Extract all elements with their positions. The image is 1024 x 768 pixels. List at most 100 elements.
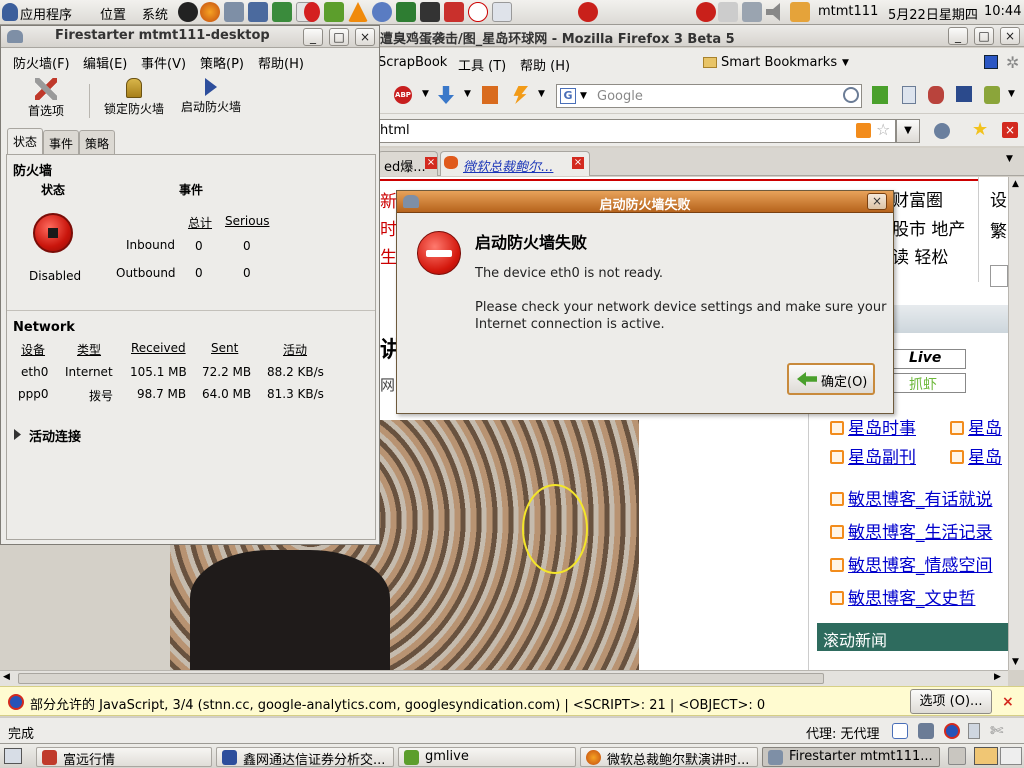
extension-icon[interactable] bbox=[984, 86, 1000, 104]
tab-close-icon[interactable]: × bbox=[425, 157, 437, 169]
places-menu[interactable]: 位置 bbox=[100, 4, 126, 23]
scroll-left-arrow-icon[interactable]: ◀ bbox=[3, 672, 10, 682]
scroll-down-arrow-icon[interactable]: ▼ bbox=[1012, 657, 1019, 667]
chevron-down-icon[interactable]: ▼ bbox=[538, 89, 545, 99]
small-input[interactable] bbox=[990, 265, 1008, 287]
bookmark-icon[interactable] bbox=[934, 123, 950, 139]
blog-link[interactable]: 敏思博客_有话就说 bbox=[830, 485, 993, 510]
nav-link[interactable]: 繁 bbox=[990, 217, 1007, 242]
launcher-icon-h[interactable] bbox=[324, 2, 344, 22]
close-icon[interactable]: × bbox=[1002, 122, 1018, 138]
headline-link[interactable]: 时 bbox=[380, 215, 397, 240]
start-firewall-button[interactable]: 启动防火墙 bbox=[177, 78, 245, 122]
chevron-down-icon[interactable]: ▼ bbox=[842, 58, 849, 68]
workspace-switcher[interactable] bbox=[1000, 747, 1022, 765]
menu-scrapbook[interactable]: ScrapBook bbox=[378, 55, 447, 70]
page-info-icon[interactable] bbox=[968, 723, 980, 739]
terminal-icon[interactable] bbox=[420, 2, 440, 22]
date-label[interactable]: 5月22日星期四 bbox=[888, 4, 978, 23]
google-status-icon[interactable] bbox=[892, 723, 908, 739]
stack-icon[interactable] bbox=[482, 86, 498, 104]
launcher-icon-d[interactable] bbox=[248, 2, 268, 22]
lightning-icon[interactable] bbox=[513, 86, 528, 104]
taskbar-item[interactable]: 鑫网通达信证券分析交... bbox=[216, 747, 394, 767]
blog-link[interactable]: 敏思博客_情感空间 bbox=[830, 551, 993, 576]
url-input[interactable]: html ☆ bbox=[378, 119, 896, 143]
search-icon[interactable] bbox=[843, 87, 859, 103]
applications-menu[interactable]: 应用程序 bbox=[20, 4, 72, 23]
close-button[interactable]: × bbox=[1000, 27, 1020, 45]
menu-help[interactable]: 帮助(H) bbox=[258, 53, 304, 72]
headline-link[interactable]: 生 bbox=[380, 243, 397, 268]
menu-tools[interactable]: 工具 (T) bbox=[458, 55, 506, 74]
vertical-scrollbar[interactable]: ▲ ▼ bbox=[1008, 177, 1024, 670]
scroll-up-arrow-icon[interactable]: ▲ bbox=[1012, 179, 1019, 189]
resize-grip-icon[interactable]: ✄ bbox=[990, 721, 1003, 740]
rss-link[interactable]: 星岛 bbox=[950, 443, 1002, 468]
taskbar-item[interactable]: 富远行情 bbox=[36, 747, 212, 767]
chevron-down-icon[interactable]: ▼ bbox=[580, 91, 587, 101]
vlc-launcher-icon[interactable] bbox=[348, 2, 368, 22]
maximize-button[interactable]: □ bbox=[329, 28, 349, 46]
menu-help[interactable]: 帮助 (H) bbox=[520, 55, 570, 74]
nav-link[interactable]: 设 bbox=[990, 186, 1007, 211]
nav-link[interactable]: 财富圈 bbox=[892, 186, 943, 211]
adblock-icon[interactable]: ABP bbox=[394, 86, 412, 104]
menu-events[interactable]: 事件(V) bbox=[141, 53, 186, 72]
smart-bookmarks[interactable]: Smart Bookmarks bbox=[721, 55, 837, 70]
trash-icon[interactable] bbox=[948, 747, 966, 765]
url-dropdown-button[interactable]: ▼ bbox=[896, 119, 920, 143]
horizontal-scrollbar[interactable]: ◀ ▶ bbox=[0, 670, 1008, 686]
launcher-icon-e[interactable] bbox=[272, 2, 292, 22]
launcher-icon-a[interactable] bbox=[178, 2, 198, 22]
launcher-icon-c[interactable] bbox=[224, 2, 244, 22]
chevron-down-icon[interactable]: ▼ bbox=[1008, 89, 1015, 99]
search-icon[interactable] bbox=[790, 2, 810, 22]
minimize-button[interactable]: _ bbox=[948, 27, 968, 45]
preferences-button[interactable]: 首选项 bbox=[23, 78, 69, 122]
menu-firewall[interactable]: 防火墙(F) bbox=[13, 53, 70, 72]
close-button[interactable]: × bbox=[355, 28, 375, 46]
workspace-switcher[interactable] bbox=[974, 747, 998, 765]
taskbar-item[interactable]: gmlive bbox=[398, 747, 576, 767]
firefox-launcher-icon[interactable] bbox=[200, 2, 220, 22]
rss-link[interactable]: 星岛副刊 bbox=[830, 443, 916, 468]
launcher-icon-n[interactable] bbox=[468, 2, 488, 22]
save-icon[interactable] bbox=[956, 86, 972, 102]
noscript-status-icon[interactable] bbox=[944, 723, 960, 739]
ok-button[interactable]: 确定(O) bbox=[787, 363, 875, 395]
shutdown-icon[interactable] bbox=[578, 2, 598, 22]
rss-link[interactable]: 星岛时事 bbox=[830, 414, 916, 439]
download-icon[interactable] bbox=[438, 86, 454, 104]
tab-events[interactable]: 事件 bbox=[43, 130, 80, 154]
headline-link[interactable]: 新 bbox=[380, 187, 397, 212]
taskbar-item[interactable]: 微软总裁鲍尔默演讲时... bbox=[580, 747, 758, 767]
minimize-button[interactable]: _ bbox=[303, 28, 323, 46]
noscript-options-button[interactable]: 选项 (O)... bbox=[910, 689, 992, 714]
google-engine-icon[interactable]: G bbox=[560, 88, 576, 104]
scissors-icon[interactable] bbox=[928, 86, 944, 104]
proxy-status[interactable]: 代理: 无代理 bbox=[806, 723, 880, 742]
close-icon[interactable]: × bbox=[1002, 694, 1014, 710]
window-icon[interactable] bbox=[984, 55, 998, 69]
show-desktop-icon[interactable] bbox=[4, 748, 22, 764]
blog-link[interactable]: 敏思博客_文史哲 bbox=[830, 584, 976, 609]
volume-icon[interactable] bbox=[766, 3, 780, 21]
menu-edit[interactable]: 编辑(E) bbox=[83, 53, 127, 72]
gear-icon[interactable]: ✲ bbox=[1006, 53, 1019, 72]
maximize-button[interactable]: □ bbox=[974, 27, 994, 45]
nav-link[interactable]: 读 轻松 bbox=[892, 243, 948, 268]
star-icon[interactable]: ★ bbox=[972, 119, 988, 140]
launcher-icon-j[interactable] bbox=[372, 2, 392, 22]
expander-arrow-icon[interactable] bbox=[14, 429, 21, 440]
search-input[interactable]: G ▼ Google bbox=[556, 84, 862, 108]
menu-policy[interactable]: 策略(P) bbox=[200, 53, 244, 72]
chevron-down-icon[interactable]: ▼ bbox=[464, 89, 471, 99]
blog-link[interactable]: 敏思博客_生活记录 bbox=[830, 518, 993, 543]
nav-link[interactable]: 股市 地产 bbox=[892, 215, 965, 240]
tab-close-icon[interactable]: × bbox=[572, 157, 584, 169]
printer-icon[interactable] bbox=[718, 2, 738, 22]
user-name[interactable]: mtmt111 bbox=[818, 4, 878, 19]
dialog-close-button[interactable]: × bbox=[867, 193, 887, 210]
tab-list-icon[interactable]: ▼ bbox=[1006, 154, 1013, 164]
